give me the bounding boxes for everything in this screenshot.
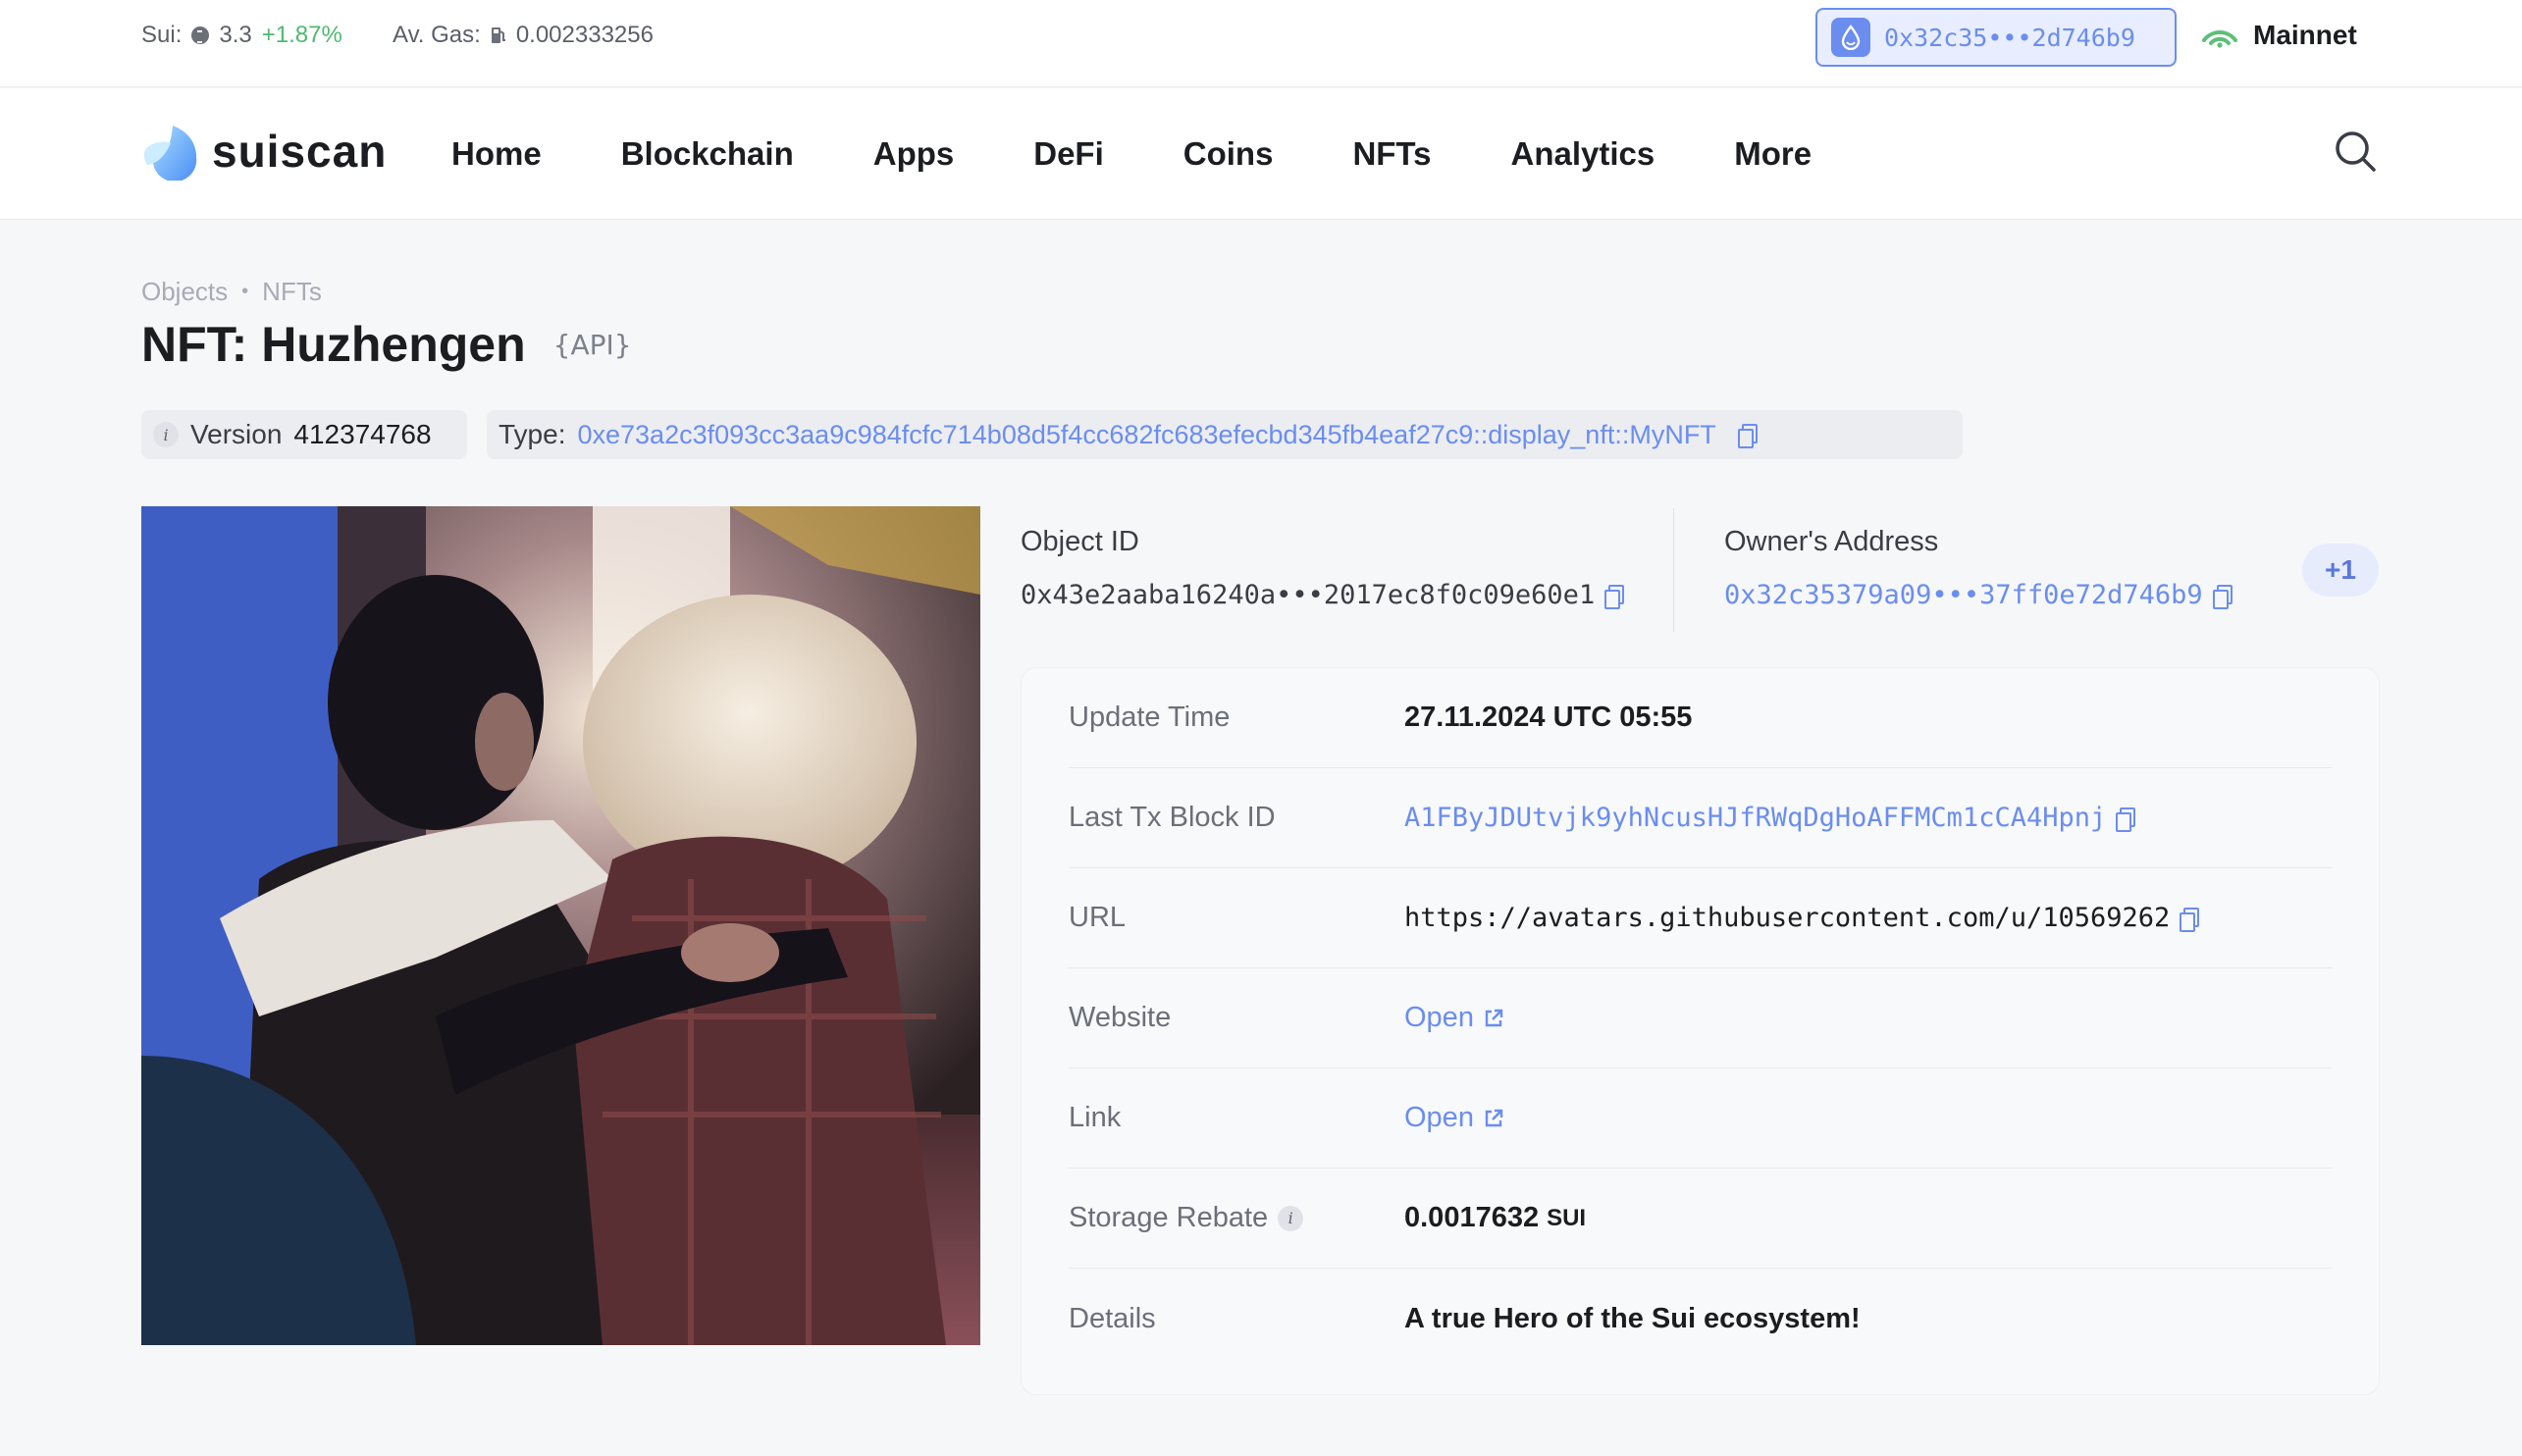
sui-price-stat: Sui: 3.3 +1.87% xyxy=(141,22,342,49)
nav-item-more[interactable]: More xyxy=(1734,135,1812,173)
link-label: Link xyxy=(1069,1102,1122,1133)
breadcrumb-nfts[interactable]: NFTs xyxy=(262,277,322,307)
url-value: https://avatars.githubusercontent.com/u/… xyxy=(1404,903,2171,933)
gas-pump-icon xyxy=(491,27,505,43)
details-card: Update Time 27.11.2024 UTC 05:55 Last Tx… xyxy=(1021,667,2380,1395)
breadcrumb-separator: • xyxy=(241,281,249,302)
nav-item-defi[interactable]: DeFi xyxy=(1033,135,1104,173)
info-icon[interactable]: i xyxy=(1278,1205,1304,1231)
storage-rebate-unit: SUI xyxy=(1547,1204,1587,1231)
sui-drop-icon xyxy=(1831,18,1870,57)
gas-label: Av. Gas: xyxy=(393,22,481,48)
copy-icon[interactable] xyxy=(1604,584,1625,609)
storage-rebate-value: 0.0017632 xyxy=(1404,1202,1540,1233)
website-label: Website xyxy=(1069,1002,1172,1033)
link-link[interactable]: Open xyxy=(1404,1102,1474,1134)
detail-row-update-time: Update Time 27.11.2024 UTC 05:55 xyxy=(1069,668,2332,768)
version-tag: i Version 412374768 xyxy=(141,410,467,459)
object-id-value: 0x43e2aaba16240a•••2017ec8f0c09e60e1 xyxy=(1021,580,1596,610)
copy-icon[interactable] xyxy=(2212,584,2233,609)
detail-row-url: URL https://avatars.githubusercontent.co… xyxy=(1069,868,2332,968)
gas-value: 0.002333256 xyxy=(515,22,654,48)
sui-coin-icon xyxy=(191,26,210,44)
owner-address-block: Owner's Address 0x32c35379a09•••37ff0e72… xyxy=(1724,526,2233,610)
search-icon[interactable] xyxy=(2332,128,2379,175)
type-label: Type: xyxy=(499,419,566,449)
type-value-link[interactable]: 0xe73a2c3f093cc3aa9c984fcfc714b08d5f4cc6… xyxy=(577,420,1715,450)
detail-row-details: Details A true Hero of the Sui ecosystem… xyxy=(1069,1269,2332,1369)
divider xyxy=(1673,508,1674,632)
url-label: URL xyxy=(1069,902,1127,933)
object-id-label: Object ID xyxy=(1021,526,1139,557)
suiscan-logo-icon xyxy=(143,126,197,181)
sui-price-label: Sui: xyxy=(141,22,183,48)
copy-icon[interactable] xyxy=(2116,806,2136,832)
nav-item-nfts[interactable]: NFTs xyxy=(1352,135,1431,173)
network-selector[interactable]: Mainnet xyxy=(2200,16,2357,55)
last-tx-value-row: A1FByJDUtvjk9yhNcusHJfRWqDgHoAFFMCm1cCA4… xyxy=(1404,803,2136,833)
wallet-address: 0x32c35•••2d746b9 xyxy=(1884,23,2135,52)
copy-icon[interactable] xyxy=(1737,424,1758,448)
object-id-block: Object ID 0x43e2aaba16240a•••2017ec8f0c0… xyxy=(1021,526,1625,610)
api-link[interactable]: {API} xyxy=(553,329,632,361)
breadcrumb: Objects • NFTs xyxy=(141,277,322,307)
storage-rebate-label: Storage Rebate xyxy=(1069,1202,1269,1233)
version-label: Version xyxy=(190,419,283,449)
nav-item-coins[interactable]: Coins xyxy=(1183,135,1274,173)
detail-row-storage-rebate: Storage Rebate i 0.0017632 SUI xyxy=(1069,1169,2332,1269)
storage-rebate-label-row: Storage Rebate i xyxy=(1069,1202,1404,1234)
info-icon: i xyxy=(153,422,179,447)
wallet-button[interactable]: 0x32c35•••2d746b9 xyxy=(1815,8,2177,67)
suiscan-logo[interactable]: suiscan xyxy=(141,122,387,181)
last-tx-label: Last Tx Block ID xyxy=(1069,802,1276,833)
link-link-row[interactable]: Open xyxy=(1404,1102,1505,1134)
sui-price-value: 3.3 xyxy=(219,22,252,48)
detail-row-website: Website Open xyxy=(1069,968,2332,1068)
external-link-icon xyxy=(1485,1109,1503,1126)
storage-rebate-value-row: 0.0017632 SUI xyxy=(1404,1202,1586,1234)
website-link[interactable]: Open xyxy=(1404,1002,1474,1034)
gas-stat: Av. Gas: 0.002333256 xyxy=(393,22,654,49)
nav-item-analytics[interactable]: Analytics xyxy=(1511,135,1655,173)
brand-name: suiscan xyxy=(212,126,388,177)
url-value-row: https://avatars.githubusercontent.com/u/… xyxy=(1404,903,2200,933)
website-link-row[interactable]: Open xyxy=(1404,1002,1505,1034)
nft-image xyxy=(141,506,980,1345)
details-value: A true Hero of the Sui ecosystem! xyxy=(1404,1302,1861,1334)
main-nav: suiscan Home Blockchain Apps DeFi Coins … xyxy=(0,88,2522,220)
last-tx-link[interactable]: A1FByJDUtvjk9yhNcusHJfRWqDgHoAFFMCm1cCA4… xyxy=(1404,803,2106,833)
version-value: 412374768 xyxy=(293,419,432,449)
copy-icon[interactable] xyxy=(2180,907,2200,932)
owner-more-badge[interactable]: +1 xyxy=(2302,544,2379,597)
object-id-value-row: 0x43e2aaba16240a•••2017ec8f0c09e60e1 xyxy=(1021,580,1625,610)
nav-menu: Home Blockchain Apps DeFi Coins NFTs Ana… xyxy=(451,88,1891,220)
update-time-value: 27.11.2024 UTC 05:55 xyxy=(1404,702,1693,733)
ticker-bar: Sui: 3.3 +1.87% Av. Gas: 0.002333256 0x3… xyxy=(0,0,2522,87)
owner-address-value-row: 0x32c35379a09•••37ff0e72d746b9 xyxy=(1724,580,2233,610)
details-label: Details xyxy=(1069,1302,1156,1334)
nav-item-blockchain[interactable]: Blockchain xyxy=(621,135,794,173)
page-title: NFT: Huzhengen xyxy=(141,317,526,372)
page-title-row: NFT: Huzhengen {API} xyxy=(141,316,632,373)
owner-address-link[interactable]: 0x32c35379a09•••37ff0e72d746b9 xyxy=(1724,580,2203,610)
external-link-icon xyxy=(1485,1009,1503,1026)
detail-row-last-tx: Last Tx Block ID A1FByJDUtvjk9yhNcusHJfR… xyxy=(1069,768,2332,868)
breadcrumb-objects[interactable]: Objects xyxy=(141,277,228,307)
sui-price-change: +1.87% xyxy=(261,22,342,48)
type-tag: Type: 0xe73a2c3f093cc3aa9c984fcfc714b08d… xyxy=(487,410,1963,459)
network-label: Mainnet xyxy=(2253,20,2357,50)
owner-address-label: Owner's Address xyxy=(1724,526,1939,557)
detail-row-link: Link Open xyxy=(1069,1068,2332,1169)
update-time-label: Update Time xyxy=(1069,702,1231,733)
nft-photo xyxy=(141,506,980,1345)
nav-item-home[interactable]: Home xyxy=(451,135,542,173)
nav-item-apps[interactable]: Apps xyxy=(873,135,955,173)
signal-icon xyxy=(2202,30,2237,48)
